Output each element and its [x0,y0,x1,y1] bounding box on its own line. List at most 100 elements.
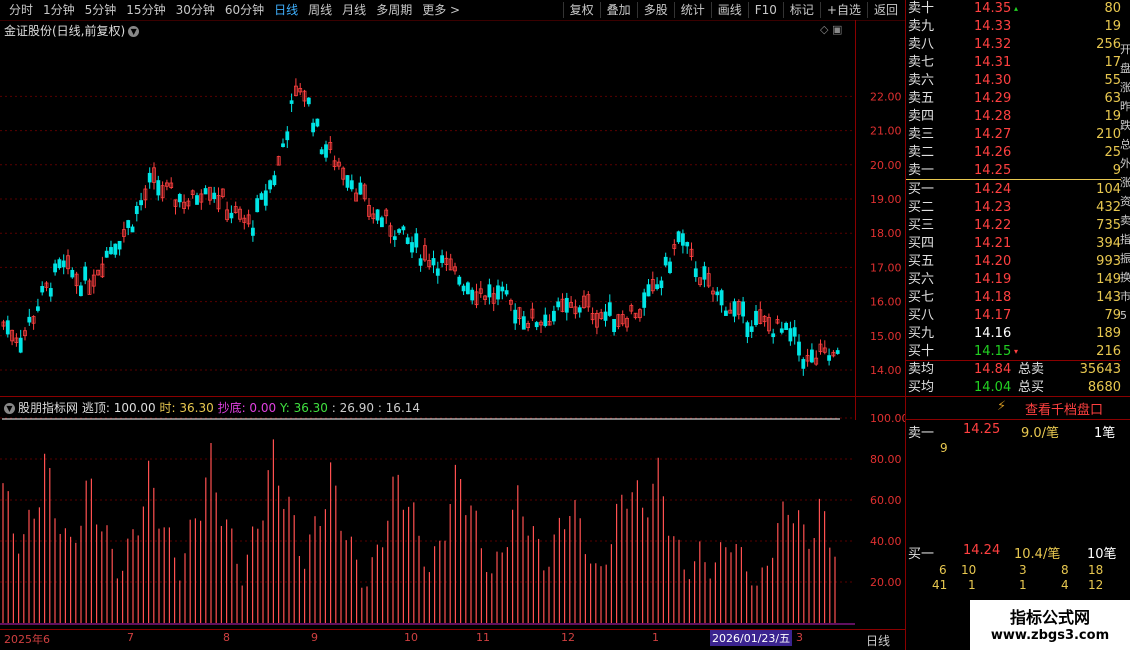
candle-body [272,175,277,186]
candle-body [827,355,831,361]
candle-body [668,261,672,273]
candle-body [36,306,40,311]
buy-level-row[interactable]: 买十 14.15 ▾ 216 [906,343,1121,361]
level-volume: 80 [1104,1,1121,16]
level-price: 14.31 [974,55,1012,70]
level-price: 14.27 [974,127,1012,142]
candle-body [577,307,582,313]
candle-body [401,226,406,231]
candle-body [83,266,88,281]
level-label: 买一 [908,182,935,197]
sell-level-row[interactable]: 卖八 14.32 256 [906,36,1121,54]
date-label: 10 [404,631,418,644]
level-volume: 256 [1096,37,1121,52]
price-tick-label: 15.00 [870,330,902,343]
level-price: 14.29 [974,91,1012,106]
candle-body [534,322,539,328]
buy-level-row[interactable]: 买四 14.21 394 [906,235,1121,253]
sell-level-row[interactable]: 卖三 14.27 210 [906,126,1121,144]
level-volume: 19 [1104,19,1121,34]
level-label: 买十 [908,344,935,359]
price-tick-label: 19.00 [870,193,902,206]
level-volume: 143 [1096,290,1121,305]
candle-body [70,269,75,278]
candle-body [513,309,518,324]
level-volume: 216 [1096,344,1121,359]
candle-body [431,258,436,266]
candle-body [177,194,182,203]
candle-body [745,322,750,338]
buy-level-row[interactable]: 买二 14.23 432 [906,199,1121,217]
buy-level-row[interactable]: 买六 14.19 149 [906,271,1121,289]
queue-order: 4 [1061,578,1069,592]
buy-level-row[interactable]: 买七 14.18 143 [906,289,1121,307]
candle-body [784,322,788,331]
queue-order: 1 [968,578,976,592]
buy-level-row[interactable]: 买一 14.24 104 [906,181,1121,199]
candle-body [212,192,217,200]
sell-level-row[interactable]: 卖一 14.25 9 [906,162,1121,180]
sell-level-row[interactable]: 卖七 14.31 17 [906,54,1121,72]
candle-body [810,349,814,363]
triangle-down-icon: ▾ [1014,347,1019,356]
sell-level-row[interactable]: 卖四 14.28 19 [906,108,1121,126]
candle-body [457,276,462,285]
level-volume: 735 [1096,218,1121,233]
sell-level-row[interactable]: 卖十 14.35 ▴ 80 [906,0,1121,18]
candle-body [306,97,311,105]
candle-body [440,255,445,263]
candle-body [681,233,685,246]
sell-level-row[interactable]: 卖九 14.33 19 [906,18,1121,36]
candle-body [263,190,268,206]
sell-level-row[interactable]: 卖五 14.29 63 [906,90,1121,108]
queue-order: 3 [1019,563,1027,577]
candle-body [715,291,720,296]
candle-body [250,227,255,236]
indicator-chart[interactable]: 100.00 80.00 60.00 40.00 20.00 [0,410,905,650]
candle-body [57,259,62,269]
level-volume: 394 [1096,236,1121,251]
level-button[interactable]: ⚡ 查看千档盘口 [905,396,1130,420]
candle-body [126,220,131,228]
level-label: 卖三 [908,127,935,142]
queue-order: 1 [1019,578,1027,592]
indicator-tick-label: 100.00 [870,412,905,425]
level-price: 14.23 [974,200,1012,215]
indicator-tick-label: 80.00 [870,453,902,466]
price-tick-label: 14.00 [870,364,902,377]
queue-order: 12 [1088,578,1104,592]
candle-body [642,292,647,308]
sell-level-row[interactable]: 卖二 14.26 25 [906,144,1121,162]
candle-body [612,319,616,333]
candle-body [229,212,234,219]
level-price: 14.25 [974,163,1012,178]
candle-body [195,195,199,205]
buy-level-row[interactable]: 买五 14.20 993 [906,253,1121,271]
queue-buy1-per: 10.4/笔 [1014,547,1061,562]
candle-body [655,284,659,290]
price-tick-label: 17.00 [870,261,902,274]
candle-body [724,310,728,316]
queue-order: 8 [1061,563,1069,577]
candle-body [289,100,294,104]
buy-level-row[interactable]: 买三 14.22 735 [906,217,1121,235]
candle-body [259,193,264,200]
candle-body [156,180,161,196]
candle-body [40,286,45,293]
sell-level-row[interactable]: 卖六 14.30 55 [906,72,1121,90]
candle-body [113,243,118,255]
level-label: 卖四 [908,109,935,124]
queue-sell1-label: 卖一 [908,426,935,441]
level-price: 14.24 [974,182,1012,197]
level-price: 14.33 [974,19,1012,34]
candlestick-chart[interactable]: 22.00 21.00 20.00 19.00 18.00 17.00 16.00 15.00… [0,0,905,420]
candle-body [117,240,122,250]
buy-level-row[interactable]: 买八 14.17 79 [906,307,1121,325]
price-tick-label: 18.00 [870,227,902,240]
buy-level-row[interactable]: 买九 14.16 189 [906,325,1121,343]
candle-body [801,359,806,369]
watermark-logo: 指标公式网 www.zbgs3.com [970,600,1130,650]
candle-body [48,288,53,297]
candle-body [139,200,144,206]
candle-body [792,327,797,337]
